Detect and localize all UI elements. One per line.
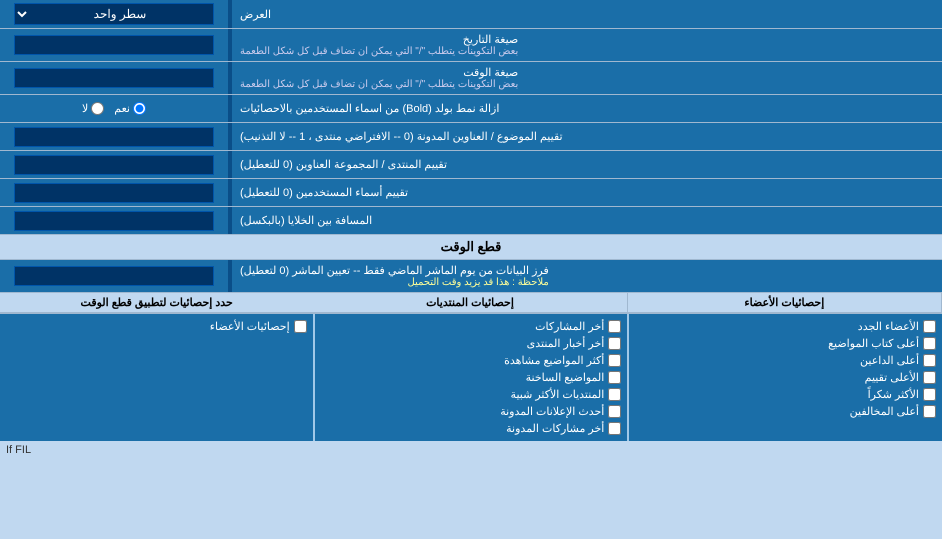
date-format-row: صيغة التاريخ بعض التكوينات يتطلب "/" الت… <box>0 29 942 62</box>
checkbox-item: إحصائيات الأعضاء <box>6 318 307 335</box>
checkbox-top-violators[interactable] <box>923 405 936 418</box>
topics-titles-row: تقييم الموضوع / العناوين المدونة (0 -- ا… <box>0 123 942 151</box>
checkbox-item: أخر مشاركات المدونة <box>321 420 622 437</box>
checkbox-item: المنتديات الأكثر شبية <box>321 386 622 403</box>
checkbox-item: أعلى المخالفين <box>635 403 936 420</box>
checkbox-latest-blog-posts[interactable] <box>608 422 621 435</box>
display-input-cell: سطر واحد سطرين <box>0 0 230 28</box>
bold-no-label[interactable]: لا <box>82 102 104 115</box>
display-row: العرض سطر واحد سطرين <box>0 0 942 29</box>
checkbox-item: الأكثر شكراً <box>635 386 936 403</box>
time-format-label: صيغة الوقت بعض التكوينات يتطلب "/" التي … <box>230 62 942 94</box>
checkbox-hot-topics[interactable] <box>608 371 621 384</box>
bold-no-radio[interactable] <box>91 102 104 115</box>
date-format-input[interactable]: d-m <box>14 35 214 55</box>
usernames-label: تقييم أسماء المستخدمين (0 للتعطيل) <box>230 179 942 206</box>
time-cut-row: فرز البيانات من يوم الماشر الماضي فقط --… <box>0 260 942 293</box>
forum-groups-input[interactable]: 33 <box>14 155 214 175</box>
checkbox-item: الأعلى تقييم <box>635 369 936 386</box>
checkbox-item: المواضيع الساخنة <box>321 369 622 386</box>
checkbox-member-stats[interactable] <box>294 320 307 333</box>
stats-header-col3: إحصائيات الأعضاء <box>628 293 942 312</box>
topics-titles-label: تقييم الموضوع / العناوين المدونة (0 -- ا… <box>230 123 942 150</box>
checkbox-most-viewed[interactable] <box>608 354 621 367</box>
topics-titles-input[interactable]: 33 <box>14 127 214 147</box>
topics-titles-input-cell: 33 <box>0 123 230 150</box>
checkbox-top-topic-writers[interactable] <box>923 337 936 350</box>
checkbox-latest-forum-news[interactable] <box>608 337 621 350</box>
checkbox-most-thankful[interactable] <box>923 388 936 401</box>
stats-header-row: إحصائيات الأعضاء إحصائيات المنتديات حدد … <box>0 293 942 313</box>
bold-row: ازالة نمط بولد (Bold) من اسماء المستخدمي… <box>0 95 942 123</box>
display-select[interactable]: سطر واحد سطرين <box>14 3 214 25</box>
bold-label: ازالة نمط بولد (Bold) من اسماء المستخدمي… <box>230 95 942 122</box>
stats-header-col2: إحصائيات المنتديات <box>313 293 627 312</box>
usernames-input[interactable]: 0 <box>14 183 214 203</box>
checkboxes-area: الأعضاء الجدد أعلى كتاب المواضيع أعلى ال… <box>0 313 942 441</box>
bold-yes-radio[interactable] <box>133 102 146 115</box>
footer: If FIL <box>0 441 942 459</box>
time-format-input-cell: H:i <box>0 62 230 94</box>
checkbox-latest-announcements[interactable] <box>608 405 621 418</box>
time-cut-label: فرز البيانات من يوم الماشر الماضي فقط --… <box>230 260 942 292</box>
checkbox-latest-posts[interactable] <box>608 320 621 333</box>
time-format-row: صيغة الوقت بعض التكوينات يتطلب "/" التي … <box>0 62 942 95</box>
checkbox-item: الأعضاء الجدد <box>635 318 936 335</box>
checkbox-col-members: الأعضاء الجدد أعلى كتاب المواضيع أعلى ال… <box>628 314 942 441</box>
checkbox-item: أخر المشاركات <box>321 318 622 335</box>
forum-groups-row: تقييم المنتدى / المجموعة العناوين (0 للت… <box>0 151 942 179</box>
bold-yes-label[interactable]: نعم <box>114 102 146 115</box>
checkbox-top-inviters[interactable] <box>923 354 936 367</box>
checkbox-most-active-forums[interactable] <box>608 388 621 401</box>
time-cut-header: قطع الوقت <box>0 235 942 260</box>
date-format-label: صيغة التاريخ بعض التكوينات يتطلب "/" الت… <box>230 29 942 61</box>
checkbox-item: أعلى الداعين <box>635 352 936 369</box>
time-cut-input[interactable]: 0 <box>14 266 214 286</box>
cell-space-label: المسافة بين الخلايا (بالبكسل) <box>230 207 942 234</box>
usernames-row: تقييم أسماء المستخدمين (0 للتعطيل) 0 <box>0 179 942 207</box>
checkbox-top-rated[interactable] <box>923 371 936 384</box>
checkbox-col-forums: أخر المشاركات أخر أخبار المنتدى أكثر الم… <box>314 314 629 441</box>
cell-space-input-cell: 2 <box>0 207 230 234</box>
forum-groups-input-cell: 33 <box>0 151 230 178</box>
time-format-input[interactable]: H:i <box>14 68 214 88</box>
cell-space-row: المسافة بين الخلايا (بالبكسل) 2 <box>0 207 942 235</box>
checkbox-item: أخر أخبار المنتدى <box>321 335 622 352</box>
checkbox-col-stats: إحصائيات الأعضاء <box>0 314 314 441</box>
time-cut-input-cell: 0 <box>0 260 230 292</box>
main-container: العرض سطر واحد سطرين صيغة التاريخ بعض ال… <box>0 0 942 459</box>
checkbox-item: أعلى كتاب المواضيع <box>635 335 936 352</box>
usernames-input-cell: 0 <box>0 179 230 206</box>
cell-space-input[interactable]: 2 <box>14 211 214 231</box>
forum-groups-label: تقييم المنتدى / المجموعة العناوين (0 للت… <box>230 151 942 178</box>
checkbox-item: أحدث الإعلانات المدونة <box>321 403 622 420</box>
checkbox-item: أكثر المواضيع مشاهدة <box>321 352 622 369</box>
date-format-input-cell: d-m <box>0 29 230 61</box>
stats-header-col1: حدد إحصائيات لتطبيق قطع الوقت <box>0 293 313 312</box>
display-label: العرض <box>230 0 942 28</box>
checkbox-new-members[interactable] <box>923 320 936 333</box>
bold-radio-cell: نعم لا <box>0 95 230 122</box>
